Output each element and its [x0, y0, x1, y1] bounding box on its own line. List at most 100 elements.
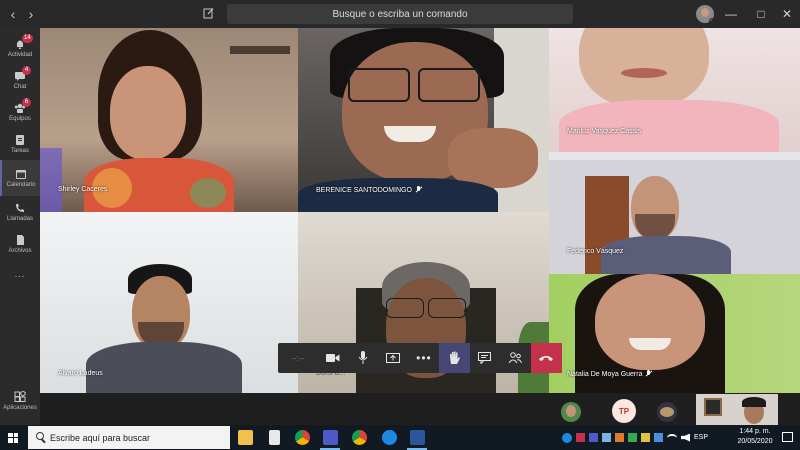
participant-name: Federico Vásquez — [567, 248, 624, 255]
rail-item-more[interactable]: ... — [0, 258, 40, 290]
tray-app-icon[interactable] — [576, 433, 585, 442]
show-chat-button[interactable] — [470, 343, 500, 373]
profile-avatar[interactable] — [696, 5, 714, 23]
compose-icon[interactable] — [203, 6, 219, 22]
overflow-avatar[interactable] — [561, 402, 581, 422]
taskbar-search-input[interactable]: Escribe aquí para buscar — [28, 426, 230, 449]
rail-item-chat[interactable]: 4 Chat — [0, 64, 40, 96]
mic-muted-icon — [416, 186, 421, 193]
tasks-icon — [16, 135, 24, 145]
overflow-avatar-initials[interactable]: TP — [612, 399, 636, 423]
hang-up-button[interactable] — [530, 343, 563, 373]
more-icon: ... — [14, 269, 26, 279]
participant-name: BERENICE SANTODOMINGO — [316, 186, 421, 194]
command-search-input[interactable]: Busque o escriba un comando — [227, 4, 573, 24]
windows-taskbar: Escribe aquí para buscar ESP 1:44 p. m. … — [0, 425, 800, 450]
search-icon — [36, 432, 44, 440]
rail-label: Actividad — [7, 52, 33, 58]
video-tile[interactable]: Mariluz Vasquez Cassis — [549, 28, 800, 152]
participant-name: Natalia De Moya Guerra — [567, 370, 651, 378]
video-tile[interactable]: Alvaro Ladeus — [40, 212, 298, 393]
tray-app-icon[interactable] — [628, 433, 637, 442]
rail-label: Chat — [13, 84, 27, 90]
torso — [86, 342, 242, 393]
video-tile[interactable]: Shirley Caceres — [40, 28, 298, 212]
rail-label: Aplicaciones — [3, 405, 37, 411]
more-actions-button[interactable]: ••• — [409, 343, 439, 373]
camera-button[interactable] — [317, 343, 347, 373]
rail-item-activity[interactable]: 14 Actividad — [0, 32, 40, 64]
rail-item-calls[interactable]: Llamadas — [0, 196, 40, 228]
tray-app-icon[interactable] — [641, 433, 650, 442]
self-hair — [742, 397, 766, 407]
rail-item-apps[interactable]: Aplicaciones — [0, 386, 40, 416]
lips — [621, 68, 667, 78]
blouse-pattern — [190, 178, 226, 208]
share-screen-button[interactable] — [378, 343, 408, 373]
ceiling-light — [549, 152, 800, 160]
participant-name: Mariluz Vasquez Cassis — [567, 128, 642, 135]
glasses — [348, 68, 410, 102]
start-button[interactable] — [0, 425, 26, 450]
video-tile[interactable]: Federico Vásquez — [549, 152, 800, 274]
torso — [559, 100, 779, 152]
torso — [298, 178, 498, 212]
glasses — [418, 68, 480, 102]
forward-arrow-icon[interactable]: › — [22, 0, 40, 28]
tray-app-icon[interactable] — [615, 433, 624, 442]
rail-item-tasks[interactable]: Tareas — [0, 128, 40, 160]
system-tray: ESP — [562, 425, 708, 450]
teams-taskbar-icon[interactable] — [323, 430, 338, 445]
video-tile[interactable]: Natalia De Moya Guerra — [549, 274, 800, 393]
taskbar-search-placeholder: Escribe aquí para buscar — [50, 432, 151, 443]
self-video-preview[interactable] — [696, 394, 778, 425]
raise-hand-button[interactable] — [439, 343, 470, 373]
help-icon[interactable] — [562, 432, 572, 443]
tray-app-icon[interactable] — [602, 433, 611, 442]
tray-app-icon[interactable] — [654, 433, 663, 442]
overflow-participants-strip: TP — [40, 393, 800, 425]
calendar-icon — [16, 170, 26, 179]
back-arrow-icon[interactable]: ‹ — [4, 0, 22, 28]
glasses — [386, 298, 424, 318]
rail-item-teams[interactable]: 6 Equipos — [0, 96, 40, 128]
taskbar-clock[interactable]: 1:44 p. m. 20/05/2020 — [730, 427, 780, 447]
wifi-icon[interactable] — [667, 433, 677, 442]
teams-badge: 6 — [22, 98, 31, 107]
show-participants-button[interactable] — [500, 343, 530, 373]
teams-tray-icon[interactable] — [589, 433, 598, 442]
face — [595, 274, 705, 370]
language-indicator[interactable]: ESP — [694, 434, 708, 441]
minimize-button[interactable]: — — [716, 0, 746, 28]
video-tile[interactable]: BERENICE SANTODOMINGO — [298, 28, 549, 212]
edge-icon[interactable] — [382, 430, 397, 445]
title-bar: ‹ › Busque o escriba un comando — □ ✕ — [0, 0, 800, 28]
avatar-face — [660, 407, 674, 417]
call-controls: --:-- ••• — [278, 343, 563, 373]
chrome-alt-icon[interactable] — [352, 430, 367, 445]
volume-icon[interactable] — [681, 433, 690, 442]
word-icon[interactable] — [410, 430, 425, 445]
glasses — [428, 298, 466, 318]
notifications-icon[interactable] — [782, 432, 793, 442]
hand — [448, 128, 538, 188]
chrome-icon[interactable] — [295, 430, 310, 445]
rail-item-calendar[interactable]: Calendario — [0, 160, 40, 196]
more-icon: ••• — [416, 351, 432, 365]
document-icon[interactable] — [269, 430, 280, 445]
smile — [384, 126, 436, 142]
microphone-icon — [358, 351, 368, 364]
rail-item-files[interactable]: Archivos — [0, 228, 40, 260]
file-explorer-icon[interactable] — [238, 430, 253, 445]
participant-name: Alvaro Ladeus — [58, 370, 103, 377]
rail-label: Archivos — [8, 248, 32, 254]
lamp — [40, 148, 62, 212]
presence-status-icon — [709, 18, 714, 23]
overflow-avatar[interactable] — [657, 402, 677, 422]
microphone-button[interactable] — [348, 343, 378, 373]
close-button[interactable]: ✕ — [772, 0, 800, 28]
activity-badge: 14 — [22, 34, 33, 43]
chat-icon — [478, 352, 492, 364]
files-icon — [17, 235, 24, 245]
clock-date: 20/05/2020 — [737, 438, 773, 445]
